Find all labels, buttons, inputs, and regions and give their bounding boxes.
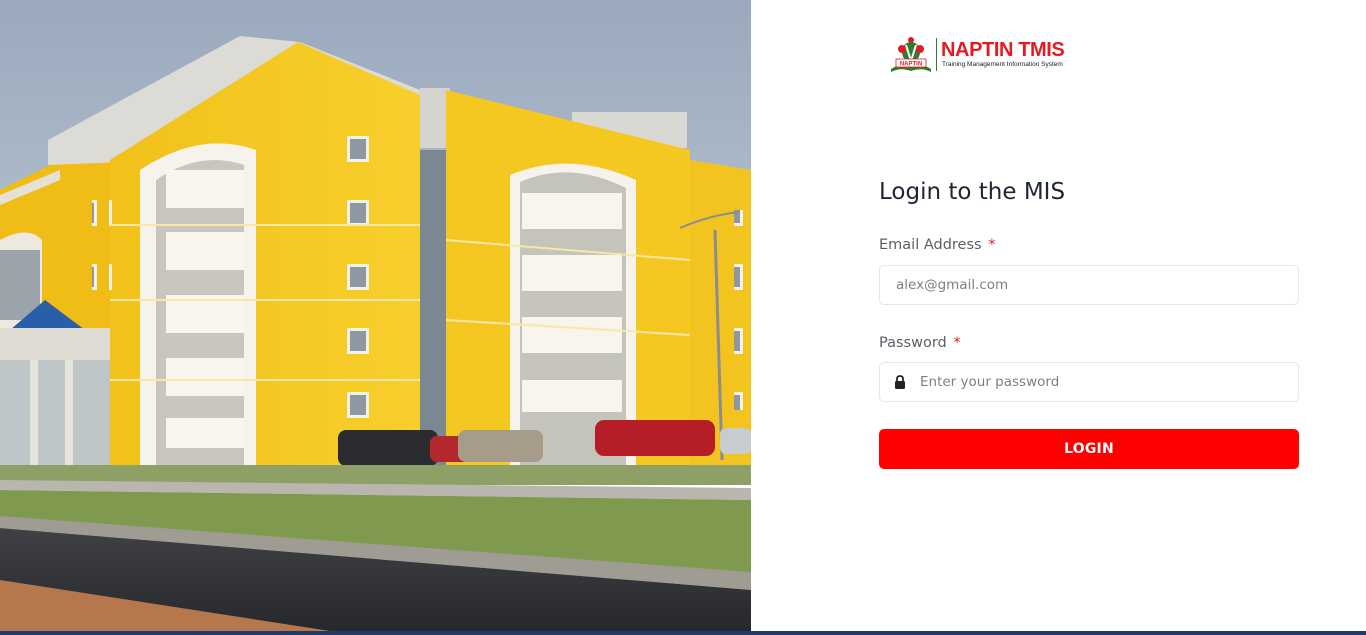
password-field[interactable] [920, 363, 1290, 401]
password-field-wrapper [879, 362, 1299, 402]
email-field-wrapper [879, 265, 1299, 305]
login-button[interactable]: LOGIN [879, 429, 1299, 469]
login-title: Login to the MIS [879, 179, 1066, 205]
required-mark: * [988, 237, 996, 253]
login-panel: NAPTIN NAPTIN TMIS Training Management I… [751, 0, 1366, 631]
lock-icon [895, 375, 905, 389]
brand-name: NAPTIN TMIS [941, 39, 1065, 61]
campus-building-photo [0, 0, 751, 631]
logo-divider [936, 38, 937, 71]
naptin-tmis-logo: NAPTIN NAPTIN TMIS Training Management I… [888, 35, 1065, 75]
email-label: Email Address * [879, 235, 995, 255]
email-field[interactable] [896, 266, 1286, 304]
login-page: NAPTIN NAPTIN TMIS Training Management I… [0, 0, 1366, 635]
brand-tagline: Training Management Information System [942, 61, 1063, 68]
email-label-text: Email Address [879, 237, 982, 253]
coat-of-arms-icon: NAPTIN [891, 37, 931, 72]
password-label: Password * [879, 333, 961, 353]
required-mark: * [953, 335, 961, 351]
emblem-label: NAPTIN [900, 62, 922, 68]
bottom-edge-bar [0, 631, 1366, 635]
password-label-text: Password [879, 335, 947, 351]
